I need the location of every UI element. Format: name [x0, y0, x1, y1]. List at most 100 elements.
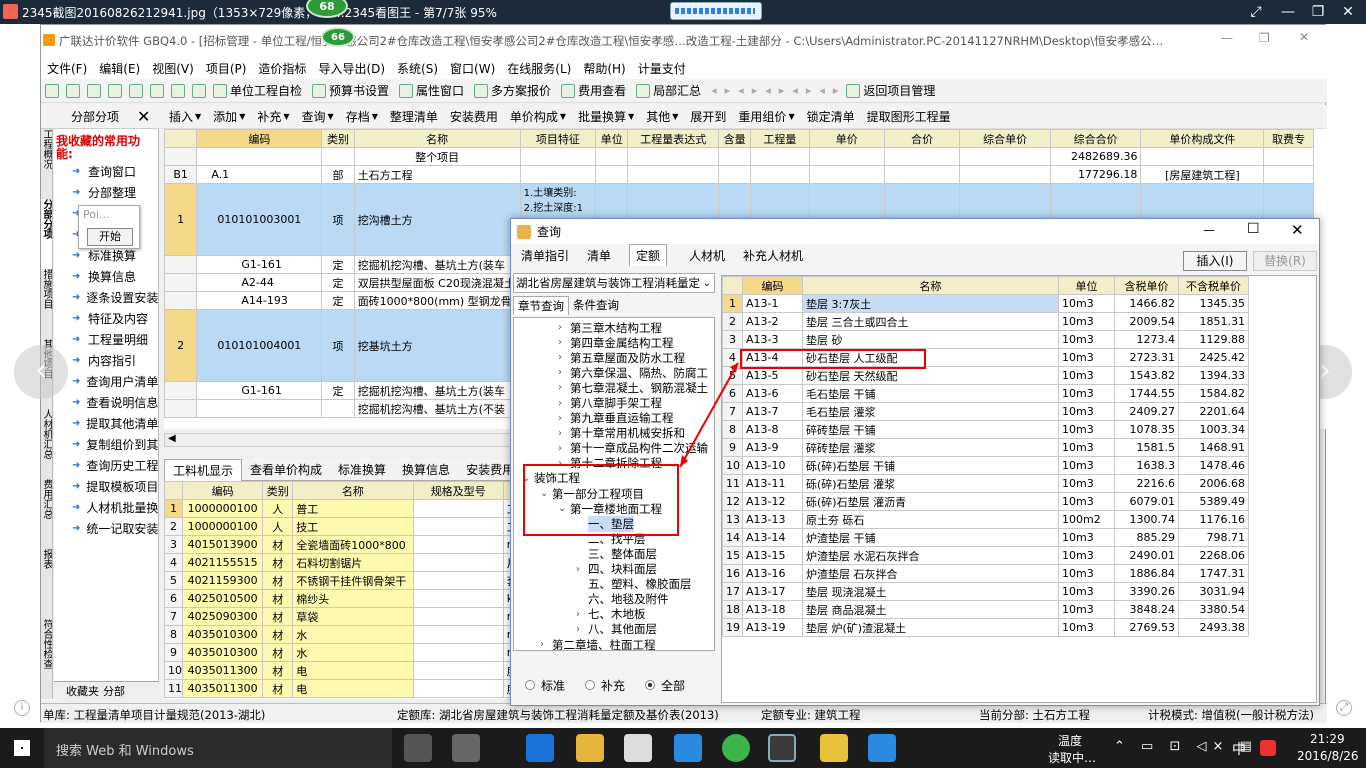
grid-column-header[interactable]: 编码	[196, 129, 323, 148]
quota-row[interactable]: 14 A13-14 炉渣垫层 干铺 10m3 885.29 798.71	[722, 528, 1249, 547]
quota-row[interactable]: 16 A13-16 炉渣垫层 石灰拌合 10m3 1886.84 1747.31	[722, 564, 1249, 583]
tree-node[interactable]: ⌄ 第一部分工程项目	[514, 486, 714, 501]
grid-row[interactable]: B1 A.1 部土石方工程 177296.18 [房屋建筑工程]	[164, 165, 1314, 184]
viewer-fullscreen-icon[interactable]: ⤢	[1246, 2, 1266, 22]
sidebar-item[interactable]: ➜ 换算信息	[72, 266, 158, 287]
grid-column-header[interactable]: 含量	[717, 129, 752, 148]
sub-toolbar-button[interactable]: 其他 ▼	[646, 108, 678, 125]
sub-toolbar-button[interactable]: 锁定清单	[807, 108, 855, 125]
tree-node[interactable]: › 第十一章成品构件二次运输	[514, 441, 714, 456]
store-icon[interactable]	[624, 734, 652, 762]
menu-item[interactable]: 在线服务(L)	[507, 60, 571, 77]
resource-row[interactable]: 64025010500材棉纱头kg	[164, 589, 554, 608]
menu-item[interactable]: 计量支付	[638, 60, 686, 77]
dialog-tab[interactable]: 清单指引	[515, 244, 575, 266]
resource-column-header[interactable]: 规格及型号	[412, 481, 504, 500]
tree-expander-icon[interactable]: ⌄	[522, 473, 534, 484]
menu-item[interactable]: 造价指标	[258, 60, 306, 77]
tree-expander-icon[interactable]: ›	[558, 458, 570, 469]
sub-toolbar-button[interactable]: 添加 ▼	[213, 108, 245, 125]
quota-row[interactable]: 1 A13-1 垫层 3:7灰土 10m3 1466.82 1345.35	[722, 294, 1249, 313]
sub-toolbar-button[interactable]: 查询 ▼	[302, 108, 334, 125]
scroll-left-icon[interactable]: ◀	[168, 433, 176, 444]
file-explorer-icon[interactable]	[576, 734, 604, 762]
quota-row[interactable]: 19 A13-19 垫层 炉(矿)渣混凝土 10m3 2769.53 2493.38	[722, 618, 1249, 637]
quota-row[interactable]: 5 A13-5 砂石垫层 天然级配 10m3 1543.82 1394.33	[722, 366, 1249, 385]
windows-start-icon[interactable]	[14, 740, 30, 756]
tree-expander-icon[interactable]: ›	[576, 564, 588, 575]
menu-item[interactable]: 帮助(H)	[583, 60, 625, 77]
menu-item[interactable]: 导入导出(D)	[318, 60, 385, 77]
tree-expander-icon[interactable]: ›	[558, 367, 570, 378]
sidebar-item[interactable]: ➜ 提取其他清单	[72, 413, 158, 434]
tree-expander-icon[interactable]: ›	[558, 382, 570, 393]
sidebar-item[interactable]: ➜ 逐条设置安装	[72, 287, 158, 308]
grid-column-header[interactable]: 类别	[321, 129, 355, 148]
sub-toolbar-button[interactable]: 批量换算 ▼	[578, 108, 634, 125]
tooltip-start-button[interactable]: 开始	[87, 228, 133, 246]
tree-expander-icon[interactable]: ›	[558, 413, 570, 424]
sidebar-item[interactable]: ➜ 查看说明信息	[72, 392, 158, 413]
toolbar-button[interactable]: 属性窗口	[399, 82, 464, 99]
resource-row[interactable]: 54021159300材不锈钢干挂件钢骨架干套	[164, 571, 554, 590]
nav-arrow-icon[interactable]: ◂	[738, 84, 744, 97]
grid-column-header[interactable]: 单价	[808, 129, 885, 148]
tree-expander-icon[interactable]: ›	[558, 337, 570, 348]
sub-toolbar-button[interactable]: 展开到	[690, 108, 726, 125]
tree-node[interactable]: › 第九章垂直运输工程	[514, 411, 714, 426]
tree-node[interactable]: › 四、块料面层	[514, 562, 714, 577]
replace-button[interactable]: 替换(R)	[1253, 251, 1317, 271]
sidebar-item[interactable]: ➜ 统一记取安装	[72, 518, 158, 539]
vertical-tab[interactable]: 分部分项	[41, 199, 52, 269]
vertical-tab[interactable]: 工程概况	[41, 129, 52, 199]
grid-column-header[interactable]: 项目特征	[519, 129, 597, 148]
lower-tab[interactable]: 工料机显示	[164, 458, 243, 481]
grid-column-header[interactable]: 工程量表达式	[627, 129, 719, 148]
tree-node[interactable]: 六、地毯及附件	[514, 592, 714, 607]
sub-toolbar-button[interactable]: 安装费用	[450, 108, 498, 125]
grid-column-header[interactable]: 单位	[595, 129, 629, 148]
blue-app-icon[interactable]	[868, 734, 896, 762]
vertical-tab[interactable]: 报表	[41, 549, 52, 619]
grid-row[interactable]: 整个项目 2482689.36	[164, 147, 1314, 166]
viewer-prev-arrow[interactable]: ‹	[14, 345, 68, 399]
app-restore-icon[interactable]: ❐	[1259, 31, 1270, 45]
resource-row[interactable]: 94035010300材水m3	[164, 643, 554, 662]
sidebar-item[interactable]: ➜ 提取模板项目	[72, 476, 158, 497]
quota-column-header[interactable]: 不含税单价	[1178, 276, 1249, 295]
quota-row[interactable]: 12 A13-12 砾(碎)石垫层 灌沥青 10m3 6079.01 5389.49	[722, 492, 1249, 511]
tree-expander-icon[interactable]: ⌄	[540, 488, 552, 499]
viewer-info-icon[interactable]: i	[14, 700, 30, 716]
toolbar-button[interactable]: 局部汇总	[636, 82, 701, 99]
sidebar-item[interactable]: ➜ 工程量明细	[72, 329, 158, 350]
tree-expander-icon[interactable]: ›	[558, 398, 570, 409]
resource-row[interactable]: 21000000100人技工工	[164, 517, 554, 536]
filter-radio[interactable]: 补充	[585, 677, 625, 694]
toolbar-button[interactable]: 多方案报价	[474, 82, 551, 99]
tree-expander-icon[interactable]: ›	[576, 609, 588, 620]
nav-arrow-icon[interactable]: ▸	[833, 84, 839, 97]
quota-row[interactable]: 15 A13-15 炉渣垫层 水泥石灰拌合 10m3 2490.01 2268.06	[722, 546, 1249, 565]
dialog-minimize-icon[interactable]: —	[1203, 223, 1215, 237]
toolbar-icon[interactable]	[150, 83, 164, 98]
nav-arrow-icon[interactable]: ◂	[765, 84, 771, 97]
menu-item[interactable]: 编辑(E)	[99, 60, 140, 77]
quota-row[interactable]: 4 A13-4 砂石垫层 人工级配 10m3 2723.31 2425.42	[722, 348, 1249, 367]
nav-arrow-icon[interactable]: ◂	[711, 84, 717, 97]
dialog-subtab[interactable]: 章节查询	[513, 295, 569, 315]
tree-node[interactable]: ⌄ 装饰工程	[514, 471, 714, 486]
viewer-zoom-icon[interactable]: ⤢	[1336, 700, 1352, 716]
sub-toolbar-button[interactable]: 单价构成 ▼	[510, 108, 566, 125]
vertical-tab[interactable]: 措施项目	[41, 269, 52, 339]
quota-row[interactable]: 11 A13-11 砾(碎)石垫层 灌浆 10m3 2216.6 2006.68	[722, 474, 1249, 493]
menu-item[interactable]: 窗口(W)	[450, 60, 495, 77]
nav-arrow-icon[interactable]: ◂	[819, 84, 825, 97]
tree-node[interactable]: › 第二章墙、柱面工程	[514, 637, 714, 650]
tree-expander-icon[interactable]: ›	[558, 443, 570, 454]
quota-row[interactable]: 3 A13-3 垫层 砂 10m3 1273.4 1129.88	[722, 330, 1249, 349]
quota-library-select[interactable]: 湖北省房屋建筑与装饰工程消耗量定 ⌄	[513, 273, 715, 293]
quota-row[interactable]: 17 A13-17 垫层 现浇混凝土 10m3 3390.26 3031.94	[722, 582, 1249, 601]
quota-row[interactable]: 10 A13-10 砾(碎)石垫层 干铺 10m3 1638.3 1478.46	[722, 456, 1249, 475]
tree-node[interactable]: › 第三章木结构工程	[514, 320, 714, 335]
toolbar-icon[interactable]	[45, 83, 59, 98]
